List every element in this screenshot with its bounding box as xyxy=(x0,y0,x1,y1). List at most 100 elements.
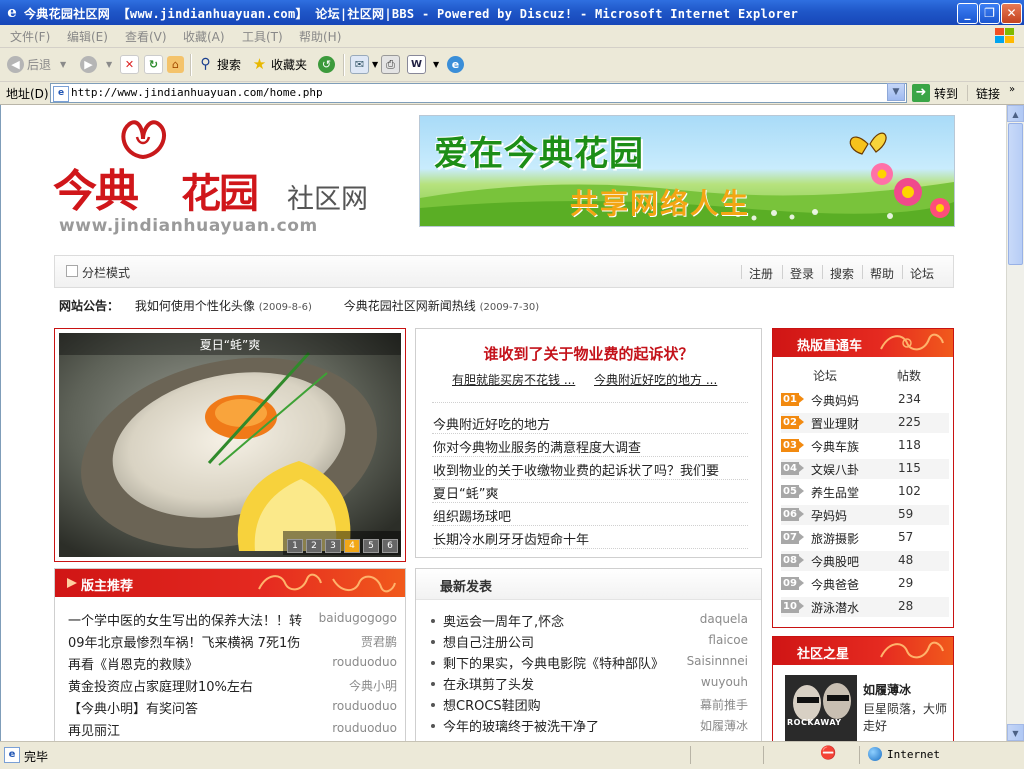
messenger-button[interactable]: e xyxy=(447,48,464,81)
headline-item[interactable]: 今典附近好吃的地方 xyxy=(433,414,745,433)
hot-forum-name[interactable]: 养生品堂 xyxy=(811,484,859,501)
latest-post-title[interactable]: 想CROCS鞋团购 xyxy=(443,695,693,714)
scroll-down-icon[interactable]: ▼ xyxy=(1007,724,1024,741)
column-mode-checkbox[interactable] xyxy=(66,265,78,277)
notice-item[interactable]: 今典花园社区网新闻热线 xyxy=(344,299,476,313)
address-dropdown-icon[interactable]: ▼ xyxy=(887,83,905,101)
popup-blocked-icon[interactable]: ⛔ xyxy=(820,746,836,762)
favorites-button[interactable]: ★ 收藏夹 xyxy=(251,48,307,81)
headline-sub-link[interactable]: 有胆就能买房不花钱 ... xyxy=(452,371,575,388)
mail-button[interactable]: ✉ ▼ xyxy=(350,48,378,81)
menu-tools[interactable]: 工具(T) xyxy=(242,28,283,45)
latest-post-title[interactable]: 在永琪剪了头发 xyxy=(443,674,693,693)
refresh-button[interactable]: ↻ xyxy=(144,48,163,81)
moderator-pick-author[interactable]: 贾君鹏 xyxy=(307,633,397,650)
hot-forum-row[interactable]: 04 文娱八卦 115 xyxy=(781,459,949,479)
headline-sub-link[interactable]: 今典附近好吃的地方 ... xyxy=(594,371,717,388)
moderator-pick-author[interactable]: rouduoduo xyxy=(307,721,397,735)
hot-forum-row[interactable]: 09 今典爸爸 29 xyxy=(781,574,949,594)
headline-title[interactable]: 谁收到了关于物业费的起诉状？ xyxy=(416,343,761,364)
headline-item[interactable]: 组织踢场球吧 xyxy=(433,506,745,525)
menu-file[interactable]: 文件(F) xyxy=(10,28,50,45)
hot-forum-row[interactable]: 08 今典股吧 48 xyxy=(781,551,949,571)
home-button[interactable]: ⌂ xyxy=(167,48,184,81)
hot-forum-row[interactable]: 07 旅游摄影 57 xyxy=(781,528,949,548)
edit-button[interactable]: W ▼ xyxy=(407,48,439,81)
hot-forum-row[interactable]: 01 今典妈妈 234 xyxy=(781,390,949,410)
hot-forum-row[interactable]: 05 养生品堂 102 xyxy=(781,482,949,502)
headline-item[interactable]: 你对今典物业服务的满意程度大调查 xyxy=(433,437,745,456)
latest-post-title[interactable]: 剩下的果实，今典电影院《特种部队》 xyxy=(443,653,693,672)
forward-button[interactable]: ▶ ▼ xyxy=(80,48,112,81)
nav-register-link[interactable]: 注册 xyxy=(749,265,773,282)
moderator-pick-author[interactable]: baidugogogo xyxy=(307,611,397,625)
slideshow-page-button[interactable]: 1 xyxy=(287,539,303,553)
slideshow-page-button[interactable]: 6 xyxy=(382,539,398,553)
stop-button[interactable]: ✕ xyxy=(120,48,139,81)
community-star-avatar[interactable]: ROCKAWAY xyxy=(785,675,857,741)
latest-post-author[interactable]: flaicoe xyxy=(666,633,748,647)
nav-login-link[interactable]: 登录 xyxy=(790,265,814,282)
nav-help-link[interactable]: 帮助 xyxy=(870,265,894,282)
headline-item[interactable]: 夏日“蚝”爽 xyxy=(433,483,745,502)
moderator-pick-author[interactable]: rouduoduo xyxy=(307,699,397,713)
latest-post-author[interactable]: 幕前推手 xyxy=(666,696,748,713)
hot-forum-name[interactable]: 今典爸爸 xyxy=(811,576,859,593)
latest-post-title[interactable]: 想自己注册公司 xyxy=(443,632,693,651)
menu-favorites[interactable]: 收藏(A) xyxy=(183,28,225,45)
hot-forum-name[interactable]: 旅游摄影 xyxy=(811,530,859,547)
slideshow-page-button[interactable]: 3 xyxy=(325,539,341,553)
moderator-pick-author[interactable]: rouduoduo xyxy=(307,655,397,669)
address-input[interactable]: e http://www.jindianhuayuan.com/home.php xyxy=(50,83,907,103)
hot-forum-name[interactable]: 今典妈妈 xyxy=(811,392,859,409)
community-star-name[interactable]: 如履薄冰 xyxy=(863,681,911,698)
latest-post-title[interactable]: 奥运会一周年了,怀念 xyxy=(443,611,693,630)
moderator-pick-title[interactable]: 黄金投资应占家庭理财10%左右 xyxy=(68,676,318,695)
history-button[interactable]: ↺ xyxy=(318,48,335,81)
menu-view[interactable]: 查看(V) xyxy=(125,28,167,45)
nav-forum-link[interactable]: 论坛 xyxy=(910,265,934,282)
moderator-pick-title[interactable]: 【今典小明】有奖问答 xyxy=(68,698,318,717)
links-button[interactable]: 链接 xyxy=(976,85,1000,102)
go-button[interactable]: 转到 xyxy=(934,85,958,102)
back-button[interactable]: ◀ 后退 ▼ xyxy=(7,48,66,81)
moderator-pick-title[interactable]: 一个学中医的女生写出的保养大法！！转 xyxy=(68,610,318,629)
menu-help[interactable]: 帮助(H) xyxy=(299,28,341,45)
notice-item[interactable]: 我如何使用个性化头像 xyxy=(135,299,255,313)
hot-forum-name[interactable]: 今典股吧 xyxy=(811,553,859,570)
print-button[interactable]: ⎙ xyxy=(381,48,400,81)
scroll-thumb[interactable] xyxy=(1008,123,1023,265)
hot-forum-name[interactable]: 今典车族 xyxy=(811,438,859,455)
slideshow-page-button[interactable]: 5 xyxy=(363,539,379,553)
maximize-button[interactable]: ❐ xyxy=(979,3,1000,24)
latest-post-author[interactable]: daquela xyxy=(666,612,748,626)
headline-item[interactable]: 收到物业的关于收缴物业费的起诉状了吗？我们要 xyxy=(433,460,745,479)
slideshow-page-button[interactable]: 2 xyxy=(306,539,322,553)
hot-forum-name[interactable]: 游泳潜水 xyxy=(811,599,859,616)
hot-forum-row[interactable]: 02 置业理财 225 xyxy=(781,413,949,433)
moderator-pick-author[interactable]: 今典小明 xyxy=(307,677,397,694)
close-button[interactable]: ✕ xyxy=(1001,3,1022,24)
moderator-pick-title[interactable]: 再看《肖恩克的救赎》 xyxy=(68,654,318,673)
moderator-pick-title[interactable]: 09年北京最惨烈车祸！飞来横祸 7死1伤 xyxy=(68,632,318,651)
latest-post-title[interactable]: 今年的玻璃终于被洗干净了 xyxy=(443,716,693,735)
column-mode-label[interactable]: 分栏模式 xyxy=(82,264,130,281)
search-button[interactable]: ⚲ 搜索 xyxy=(197,48,241,81)
menu-edit[interactable]: 编辑(E) xyxy=(67,28,108,45)
hot-forum-name[interactable]: 文娱八卦 xyxy=(811,461,859,478)
moderator-pick-title[interactable]: 再见丽江 xyxy=(68,720,318,739)
latest-post-author[interactable]: 如履薄冰 xyxy=(666,717,748,734)
nav-search-link[interactable]: 搜索 xyxy=(830,265,854,282)
hot-forum-row[interactable]: 10 游泳潜水 28 xyxy=(781,597,949,617)
slideshow-page-button[interactable]: 4 xyxy=(344,539,360,553)
scroll-up-icon[interactable]: ▲ xyxy=(1007,105,1024,122)
latest-post-author[interactable]: Saisinnnei xyxy=(666,654,748,668)
hot-forum-name[interactable]: 置业理财 xyxy=(811,415,859,432)
site-logo[interactable]: 今典 花园 社区网 www.jindianhuayuan.com xyxy=(53,117,383,237)
latest-post-author[interactable]: wuyouh xyxy=(666,675,748,689)
minimize-button[interactable]: _ xyxy=(957,3,978,24)
vertical-scrollbar[interactable]: ▲ ▼ xyxy=(1006,105,1024,741)
hot-forum-name[interactable]: 孕妈妈 xyxy=(811,507,847,524)
links-chevron-icon[interactable]: » xyxy=(1009,84,1015,95)
hot-forum-row[interactable]: 06 孕妈妈 59 xyxy=(781,505,949,525)
